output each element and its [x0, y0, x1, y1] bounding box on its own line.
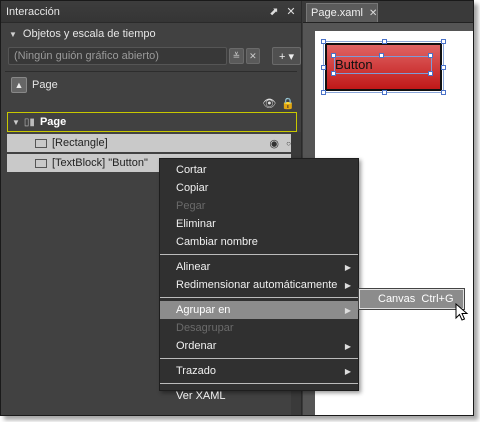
- page-icon: ▯▮: [23, 116, 35, 128]
- menu-item-label: Redimensionar automáticamente: [176, 279, 338, 291]
- pin-icon[interactable]: ⬈: [267, 5, 281, 19]
- resize-handle[interactable]: [321, 39, 326, 44]
- menu-item-label: Eliminar: [176, 218, 216, 230]
- menu-separator: [160, 254, 358, 255]
- menu-item-eliminar[interactable]: Eliminar: [160, 215, 358, 233]
- menu-item-label: Alinear: [176, 261, 211, 273]
- document-tabs: Page.xaml ✕: [303, 1, 473, 23]
- menu-item-trazado[interactable]: Trazado ▶: [160, 362, 358, 380]
- add-storyboard-button[interactable]: + ▾: [272, 47, 301, 65]
- resize-handle[interactable]: [382, 39, 387, 44]
- menu-item-copiar[interactable]: Copiar: [160, 179, 358, 197]
- menu-item-agrupar-en[interactable]: Agrupar en ▶: [160, 301, 358, 319]
- selected-button[interactable]: Button: [321, 39, 446, 95]
- storyboard-combo[interactable]: (Ningún guión gráfico abierto): [8, 47, 228, 65]
- text-handle[interactable]: [428, 53, 433, 58]
- button-textblock[interactable]: Button: [334, 56, 432, 74]
- tab-page-xaml[interactable]: Page.xaml ✕: [306, 3, 378, 22]
- submenu-item-label: Canvas Ctrl+G: [378, 293, 454, 305]
- menu-item-label: Cambiar nombre: [176, 236, 258, 248]
- eye-icon[interactable]: ◉: [269, 137, 279, 150]
- context-menu: Cortar Copiar Pegar Eliminar Cambiar nom…: [159, 158, 359, 402]
- tree-item-label: [Rectangle]: [52, 137, 108, 149]
- menu-item-label: Trazado: [176, 365, 216, 377]
- menu-item-ordenar[interactable]: Ordenar ▶: [160, 337, 358, 355]
- clear-icon[interactable]: ✕: [245, 48, 261, 64]
- resize-handle[interactable]: [382, 90, 387, 95]
- resize-handle[interactable]: [441, 39, 446, 44]
- panel-title: Interacción: [6, 5, 60, 18]
- menu-item-ver-xaml[interactable]: Ver XAML: [160, 387, 358, 405]
- scope-label: Page: [32, 79, 58, 91]
- tree-item-rectangle[interactable]: [Rectangle] ◉ ○: [7, 134, 297, 152]
- menu-item-label: Ver XAML: [176, 390, 226, 402]
- menu-item-cortar[interactable]: Cortar: [160, 161, 358, 179]
- collapse-arrow-icon[interactable]: ▼: [9, 30, 17, 39]
- tree-root-page[interactable]: ▼ ▯▮ Page: [7, 112, 297, 132]
- menu-item-label: Desagrupar: [176, 322, 234, 334]
- section-title: Objetos y escala de tiempo: [22, 28, 156, 40]
- submenu-item-canvas[interactable]: Canvas Ctrl+G: [358, 288, 465, 310]
- resize-handle[interactable]: [441, 65, 446, 70]
- scope-up-row[interactable]: ▲ Page: [1, 72, 301, 98]
- menu-item-desagrupar: Desagrupar: [160, 319, 358, 337]
- expand-arrow-icon[interactable]: ▼: [12, 118, 20, 127]
- submenu-arrow-icon: ▶: [344, 366, 351, 376]
- resize-handle[interactable]: [321, 65, 326, 70]
- menu-separator: [160, 383, 358, 384]
- text-handle[interactable]: [331, 71, 336, 76]
- text-handle[interactable]: [428, 71, 433, 76]
- menu-item-pegar: Pegar: [160, 197, 358, 215]
- submenu-arrow-icon: ▶: [344, 341, 351, 351]
- menu-item-alinear[interactable]: Alinear ▶: [160, 258, 358, 276]
- submenu-arrow-icon: ▶: [344, 280, 351, 290]
- rectangle-icon: [35, 138, 47, 148]
- close-icon[interactable]: ✕: [369, 8, 377, 19]
- resize-handle[interactable]: [441, 90, 446, 95]
- panel-header: Interacción ⬈ ✕: [1, 1, 301, 23]
- lock-icon[interactable]: 🔒: [281, 97, 295, 110]
- tree-root-label: Page: [39, 116, 67, 128]
- menu-item-redimensionar[interactable]: Redimensionar automáticamente ▶: [160, 276, 358, 294]
- menu-item-label: Copiar: [176, 182, 209, 194]
- close-icon[interactable]: ✕: [284, 5, 298, 19]
- mouse-cursor-icon: [455, 303, 469, 321]
- textblock-icon: [35, 158, 47, 168]
- menu-separator: [160, 297, 358, 298]
- visibility-lock-header: 👁 🔒: [262, 97, 295, 110]
- submenu-arrow-icon: ▶: [344, 305, 351, 315]
- text-handle[interactable]: [379, 53, 384, 58]
- menu-item-label: Ordenar: [176, 340, 217, 352]
- storyboard-row: (Ningún guión gráfico abierto) ≚ ✕ + ▾: [1, 45, 301, 67]
- menu-separator: [160, 358, 358, 359]
- chevron-down-icon[interactable]: ≚: [229, 48, 244, 64]
- text-handle[interactable]: [331, 53, 336, 58]
- resize-handle[interactable]: [321, 90, 326, 95]
- submenu-arrow-icon: ▶: [344, 262, 351, 272]
- up-scope-icon[interactable]: ▲: [11, 77, 27, 93]
- eye-icon[interactable]: 👁: [262, 97, 276, 110]
- menu-item-label: Agrupar en: [176, 304, 231, 316]
- objects-timeline-section[interactable]: ▼ Objetos y escala de tiempo: [1, 23, 301, 45]
- tab-label: Page.xaml: [311, 7, 363, 19]
- menu-item-cambiar-nombre[interactable]: Cambiar nombre: [160, 233, 358, 251]
- menu-item-label: Pegar: [176, 200, 206, 212]
- tree-item-label: [TextBlock] "Button": [52, 157, 148, 169]
- menu-item-label: Cortar: [176, 164, 207, 176]
